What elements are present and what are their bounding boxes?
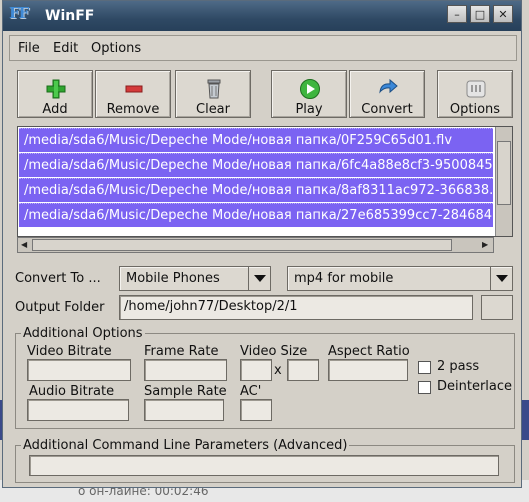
horizontal-scrollbar[interactable]: ◀ ▶ — [17, 237, 494, 253]
scroll-left-icon[interactable]: ◀ — [21, 241, 27, 249]
convert-to-label: Convert To ... — [15, 271, 101, 286]
video-bitrate-label: Video Bitrate — [27, 344, 112, 359]
scroll-right-icon[interactable]: ▶ — [482, 241, 488, 249]
command-line-input[interactable] — [29, 455, 499, 476]
two-pass-label: 2 pass — [437, 359, 480, 374]
audio-bitrate-label: Audio Bitrate — [29, 384, 115, 399]
maximize-icon: □ — [474, 7, 486, 21]
winff-app-icon: FF — [9, 4, 29, 22]
minimize-button[interactable]: – — [447, 5, 467, 23]
menu-file[interactable]: File — [18, 41, 40, 56]
options-icon — [466, 80, 486, 98]
vertical-scroll-thumb[interactable] — [497, 141, 511, 205]
clear-button[interactable]: Clear — [175, 70, 251, 118]
play-icon — [300, 79, 320, 99]
category-select[interactable]: Mobile Phones — [119, 266, 271, 291]
output-folder-input[interactable]: /home/john77/Desktop/2/1 — [119, 295, 473, 320]
category-value: Mobile Phones — [126, 271, 220, 286]
file-list-item[interactable]: /media/sda6/Music/Depeche Mode/новая пап… — [19, 203, 493, 227]
horizontal-scroll-thumb[interactable] — [32, 239, 452, 251]
chevron-down-icon[interactable] — [248, 267, 270, 290]
title-bar[interactable]: FF WinFF – □ ✕ — [3, 1, 521, 31]
video-height-input[interactable] — [287, 359, 319, 381]
video-size-label: Video Size — [240, 344, 308, 359]
file-list-item[interactable]: /media/sda6/Music/Depeche Mode/новая пап… — [19, 128, 493, 152]
chevron-down-icon[interactable] — [490, 267, 512, 290]
frame-rate-label: Frame Rate — [144, 344, 219, 359]
sample-rate-label: Sample Rate — [144, 384, 227, 399]
aspect-ratio-input[interactable] — [328, 359, 408, 381]
output-folder-value: /home/john77/Desktop/2/1 — [124, 299, 298, 314]
close-button[interactable]: ✕ — [493, 5, 513, 23]
audio-bitrate-input[interactable] — [27, 399, 129, 421]
additional-options-title: Additional Options — [21, 326, 145, 341]
two-pass-checkbox[interactable] — [418, 361, 431, 374]
minimize-icon: – — [454, 7, 460, 21]
clear-label: Clear — [196, 102, 230, 117]
output-folder-label: Output Folder — [15, 300, 105, 315]
convert-label: Convert — [361, 102, 413, 117]
menu-bar: File Edit Options — [9, 35, 517, 61]
close-icon: ✕ — [498, 7, 508, 21]
audio-channels-input[interactable] — [240, 399, 272, 421]
convert-icon — [379, 78, 398, 94]
menu-options[interactable]: Options — [91, 41, 141, 56]
file-list-item[interactable]: /media/sda6/Music/Depeche Mode/новая пап… — [19, 178, 493, 202]
file-list-item[interactable]: /media/sda6/Music/Depeche Mode/новая пап… — [19, 153, 493, 177]
aspect-ratio-label: Aspect Ratio — [328, 344, 410, 359]
video-bitrate-input[interactable] — [27, 359, 131, 381]
deinterlace-label: Deinterlace — [437, 379, 513, 394]
browse-folder-button[interactable] — [481, 295, 513, 320]
add-icon — [46, 79, 66, 99]
file-list[interactable]: /media/sda6/Music/Depeche Mode/новая пап… — [17, 126, 513, 237]
add-button[interactable]: Add — [17, 70, 93, 118]
trash-icon — [207, 79, 221, 99]
video-width-input[interactable] — [240, 359, 272, 381]
remove-label: Remove — [106, 102, 160, 117]
deinterlace-checkbox[interactable] — [418, 381, 431, 394]
preset-select[interactable]: mp4 for mobile — [287, 266, 513, 291]
convert-button[interactable]: Convert — [349, 70, 425, 118]
command-line-title: Additional Command Line Parameters (Adva… — [21, 438, 350, 453]
menu-edit[interactable]: Edit — [53, 41, 78, 56]
maximize-button[interactable]: □ — [470, 5, 490, 23]
options-label: Options — [449, 102, 501, 117]
add-label: Add — [42, 102, 68, 117]
vertical-scrollbar[interactable] — [495, 127, 512, 236]
remove-icon — [125, 85, 143, 93]
preset-value: mp4 for mobile — [294, 271, 394, 286]
size-separator: x — [274, 363, 282, 378]
play-label: Play — [295, 102, 323, 117]
audio-channels-label: AC' — [240, 384, 262, 399]
play-button[interactable]: Play — [271, 70, 347, 118]
remove-button[interactable]: Remove — [95, 70, 171, 118]
sample-rate-input[interactable] — [144, 399, 224, 421]
frame-rate-input[interactable] — [144, 359, 227, 381]
window-title: WinFF — [45, 8, 95, 24]
options-button[interactable]: Options — [437, 70, 513, 118]
winff-window: FF WinFF – □ ✕ File Edit Options Add Rem… — [2, 0, 522, 488]
